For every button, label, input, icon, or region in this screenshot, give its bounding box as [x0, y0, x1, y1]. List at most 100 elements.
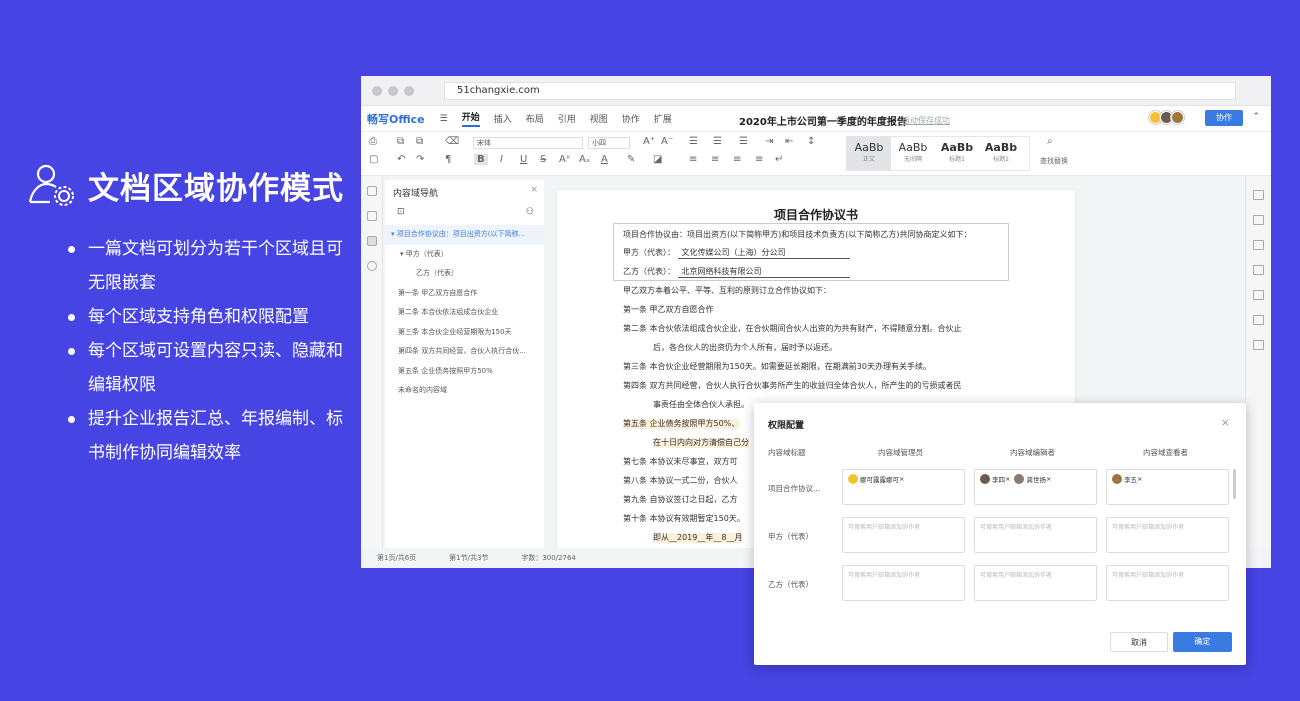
browser-titlebar: 51changxie.com — [361, 76, 1271, 106]
menu-extend[interactable]: 扩展 — [654, 112, 672, 125]
chat-icon[interactable] — [366, 261, 377, 271]
style-heading2[interactable]: AaBb 标题2 — [979, 137, 1023, 170]
bold-button[interactable]: B — [474, 154, 488, 165]
user-tag[interactable]: 李四 × — [980, 474, 1010, 484]
editor-field[interactable]: 李四 × 龚世扬 × — [974, 469, 1097, 505]
window-close-dot[interactable] — [372, 85, 382, 96]
font-color-icon[interactable]: A — [601, 154, 608, 165]
style-heading1[interactable]: AaBb 标题1 — [935, 137, 979, 170]
font-grow-icon[interactable]: A⁺ — [643, 136, 655, 147]
party-b-value[interactable]: 北京网络科技有限公司 — [677, 267, 850, 278]
editor-field[interactable]: 可搜索用户邮箱添加协作者 — [974, 517, 1097, 553]
dialog-scrollbar[interactable] — [1233, 469, 1236, 499]
window-minimize-dot[interactable] — [388, 85, 398, 96]
save-icon[interactable]: ▢ — [369, 154, 378, 165]
add-region-icon[interactable]: ⊡ — [397, 207, 405, 217]
indent-icon[interactable]: ⇥ — [765, 136, 773, 147]
paragraph-mark-icon[interactable]: ↵ — [775, 154, 783, 165]
nav-item[interactable]: ▾ 项目合作协议由：项目出资方(以下简称... — [385, 225, 544, 245]
subscript-icon[interactable]: Aₓ — [579, 154, 590, 165]
outline-icon[interactable] — [366, 186, 377, 196]
col-header: 内容域管理员 — [878, 448, 923, 457]
paragraph-settings-icon[interactable] — [1253, 190, 1264, 200]
nav-item[interactable]: ▾ 甲方（代表） — [385, 245, 544, 265]
navigation-icon[interactable] — [366, 236, 377, 246]
viewer-field[interactable]: 可搜索用户邮箱添加协作者 — [1106, 565, 1229, 601]
style-no-spacing[interactable]: AaBb 无间隔 — [891, 137, 935, 170]
cancel-button[interactable]: 取消 — [1110, 632, 1168, 652]
align-right-icon[interactable]: ≡ — [733, 154, 741, 165]
hamburger-icon[interactable]: ☰ — [440, 114, 448, 124]
image-icon[interactable] — [1253, 240, 1264, 250]
highlight-icon[interactable]: ✎ — [627, 154, 635, 165]
style-sample: AaBb — [854, 141, 884, 154]
find-icon[interactable]: ⌕ — [1047, 136, 1053, 147]
nav-item[interactable]: 乙方（代表） — [385, 264, 544, 284]
admin-field[interactable]: 娜可露露娜可 × — [842, 469, 965, 505]
shading-icon[interactable]: ◪ — [653, 154, 662, 165]
menu-collab[interactable]: 协作 — [622, 112, 640, 125]
header-footer-icon[interactable] — [1253, 265, 1264, 275]
signature-icon[interactable] — [1253, 340, 1264, 350]
user-icon[interactable]: ⚇ — [526, 207, 534, 217]
menu-layout[interactable]: 布局 — [526, 112, 544, 125]
justify-icon[interactable]: ≡ — [755, 154, 763, 165]
close-icon[interactable]: × — [530, 185, 538, 195]
chart-icon[interactable] — [1253, 315, 1264, 325]
multilevel-list-icon[interactable]: ☰ — [739, 136, 748, 147]
bullet-list-icon[interactable]: ☰ — [689, 136, 698, 147]
style-normal[interactable]: AaBb 正文 — [847, 137, 891, 170]
nav-item[interactable]: 第二条 本合伙依法组成合伙企业 — [385, 303, 544, 323]
viewer-field[interactable]: 可搜索用户邮箱添加协作者 — [1106, 517, 1229, 553]
comment-icon[interactable] — [366, 211, 377, 221]
admin-field[interactable]: 可搜索用户邮箱添加协作者 — [842, 565, 965, 601]
user-tag[interactable]: 娜可露露娜可 × — [848, 474, 904, 484]
outdent-icon[interactable]: ⇤ — [785, 136, 793, 147]
window-zoom-dot[interactable] — [404, 85, 414, 96]
viewer-field[interactable]: 李五 × — [1106, 469, 1229, 505]
copy-icon[interactable]: ⧉ — [397, 136, 404, 147]
superscript-icon[interactable]: Aˣ — [559, 154, 570, 165]
nav-item-label: 项目合作协议由：项目出资方(以下简称... — [396, 230, 526, 238]
font-shrink-icon[interactable]: A⁻ — [661, 136, 673, 147]
party-a-value[interactable]: 文化传媒公司（上海）分公司 — [677, 248, 850, 259]
col-header: 内容域编辑者 — [1010, 448, 1055, 457]
shape-icon[interactable] — [1253, 290, 1264, 300]
nav-item[interactable]: 第一条 甲乙双方自愿合作 — [385, 284, 544, 304]
user-tag[interactable]: 李五 × — [1112, 474, 1142, 484]
line-spacing-icon[interactable]: ↕ — [807, 136, 815, 147]
nav-item[interactable]: 第五条 企业债务按照甲方50% — [385, 362, 544, 382]
italic-button[interactable]: I — [500, 154, 503, 165]
underline-button[interactable]: U — [520, 154, 527, 165]
undo-icon[interactable]: ↶ — [397, 154, 405, 165]
print-icon[interactable]: ⎙ — [369, 136, 377, 147]
eraser-icon[interactable]: ⌫ — [445, 136, 459, 147]
find-replace-button[interactable]: 查找替换 — [1040, 156, 1068, 166]
editor-field[interactable]: 可搜索用户邮箱添加协作者 — [974, 565, 1097, 601]
redo-icon[interactable]: ↷ — [416, 154, 424, 165]
menu-home[interactable]: 开始 — [461, 110, 480, 127]
font-family-select[interactable]: 宋体 — [473, 137, 583, 149]
numbered-list-icon[interactable]: ☰ — [713, 136, 722, 147]
align-left-icon[interactable]: ≡ — [689, 154, 697, 165]
align-center-icon[interactable]: ≡ — [711, 154, 719, 165]
admin-field[interactable]: 可搜索用户邮箱添加协作者 — [842, 517, 965, 553]
user-tag[interactable]: 龚世扬 × — [1014, 474, 1051, 484]
collaborate-button[interactable]: 协作 — [1205, 110, 1243, 126]
menu-insert[interactable]: 插入 — [494, 112, 512, 125]
nav-item[interactable]: 第三条 本合伙企业经营期限为150天 — [385, 323, 544, 343]
section-count: 第1节/共3节 — [449, 554, 489, 562]
table-icon[interactable] — [1253, 215, 1264, 225]
format-painter-icon[interactable]: ¶ — [445, 154, 451, 165]
address-bar[interactable]: 51changxie.com — [444, 81, 1236, 100]
paste-icon[interactable]: ⧉ — [416, 136, 423, 147]
confirm-button[interactable]: 确定 — [1173, 632, 1232, 652]
nav-item[interactable]: 未命名的内容域 — [385, 381, 544, 401]
chevron-up-icon[interactable]: ⌃ — [1252, 112, 1260, 122]
menu-references[interactable]: 引用 — [558, 112, 576, 125]
close-icon[interactable]: × — [1221, 416, 1230, 429]
font-size-select[interactable]: 小四 — [588, 137, 630, 149]
strikethrough-icon[interactable]: S̶ — [540, 154, 546, 165]
nav-item[interactable]: 第四条 双方共同经营，合伙人执行合伙... — [385, 342, 544, 362]
menu-view[interactable]: 视图 — [590, 112, 608, 125]
